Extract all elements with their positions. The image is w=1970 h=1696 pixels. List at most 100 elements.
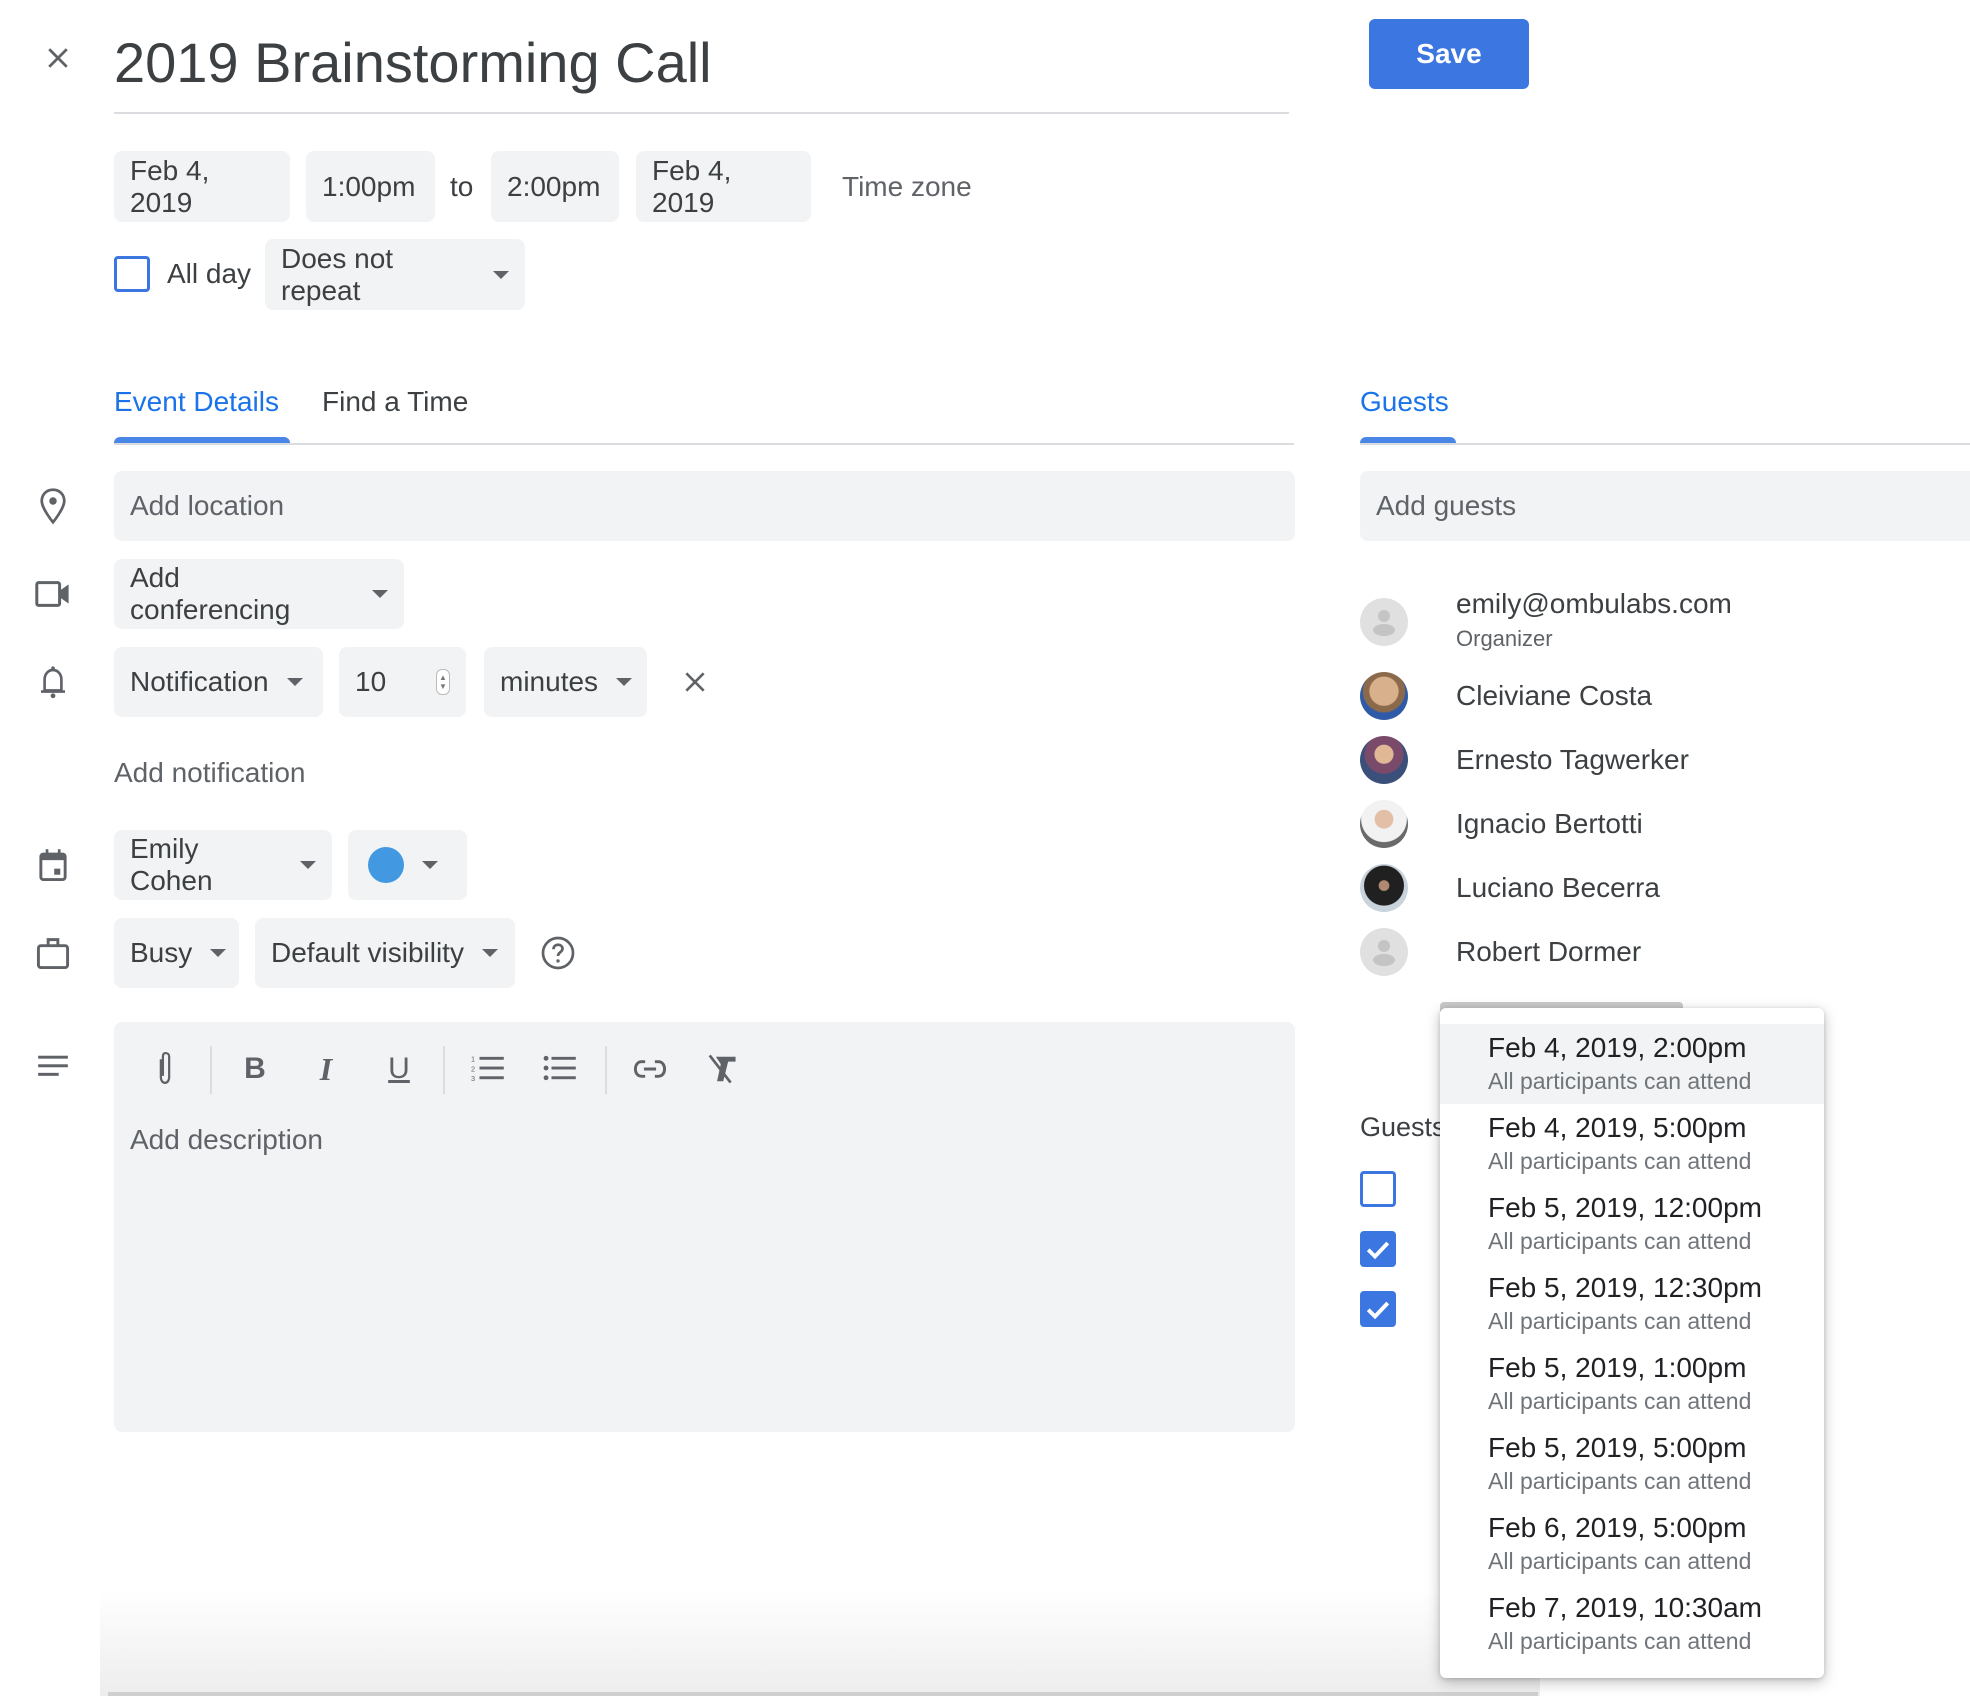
avatar (1360, 928, 1408, 976)
suggested-time: Feb 4, 2019, 5:00pm (1488, 1112, 1747, 1143)
guest-name: Luciano Becerra (1456, 872, 1660, 903)
save-button[interactable]: Save (1369, 19, 1529, 89)
to-label: to (450, 171, 474, 202)
guest-item[interactable]: Ernesto Tagwerker (1360, 736, 1689, 784)
chevron-down-icon (481, 949, 498, 957)
conferencing-label: Add conferencing (130, 562, 291, 625)
suggested-time-option[interactable]: Feb 7, 2019, 10:30am All participants can… (1440, 1584, 1824, 1664)
suggested-time: Feb 5, 2019, 1:00pm (1488, 1352, 1747, 1383)
guests-tab-indicator (1360, 437, 1456, 443)
event-title-input[interactable]: 2019 Brainstorming Call (114, 30, 712, 95)
guest-item[interactable]: Luciano Becerra (1360, 864, 1660, 912)
guest-name: Robert Dormer (1456, 936, 1642, 967)
guest-permission-checkbox[interactable] (1360, 1231, 1396, 1267)
chevron-down-icon (493, 270, 509, 279)
save-label: Save (1416, 38, 1482, 69)
tab-guests[interactable]: Guests (1360, 386, 1449, 418)
remove-notification-button[interactable] (675, 662, 715, 702)
guest-permission-checkbox[interactable] (1360, 1291, 1396, 1327)
availability-status: All participants can attend (1488, 1548, 1752, 1574)
timezone-button[interactable]: Time zone (842, 171, 972, 203)
description-icon (33, 1046, 73, 1086)
location-input[interactable]: Add location (114, 471, 1295, 541)
start-date-chip[interactable]: Feb 4, 2019 (114, 151, 290, 222)
italic-button[interactable]: I (303, 1046, 349, 1092)
remove-formatting-button[interactable] (699, 1046, 745, 1092)
tabs-divider (114, 443, 1294, 445)
underline-button[interactable]: U (376, 1046, 422, 1092)
bulleted-list-icon (543, 1055, 576, 1081)
notification-unit-dropdown[interactable]: minutes (484, 647, 647, 717)
link-button[interactable] (627, 1046, 673, 1092)
toolbar-divider (210, 1046, 212, 1094)
guest-name: emily@ombulabs.com (1456, 588, 1732, 619)
end-date-chip[interactable]: Feb 4, 2019 (636, 151, 811, 222)
visibility-dropdown[interactable]: Default visibility (255, 918, 515, 988)
availability-dropdown[interactable]: Busy (114, 918, 239, 988)
bottom-shadow (100, 1590, 1540, 1696)
guests-tabs-divider (1360, 443, 1970, 445)
add-notification-button[interactable]: Add notification (114, 757, 305, 789)
calendar-dropdown[interactable]: Emily Cohen (114, 830, 332, 900)
tab-find-a-time[interactable]: Find a Time (322, 386, 468, 418)
guest-item[interactable]: emily@ombulabs.com Organizer (1360, 588, 1732, 651)
guest-item[interactable]: Robert Dormer (1360, 928, 1641, 976)
bold-button[interactable]: B (232, 1046, 278, 1092)
remove-formatting-icon (708, 1054, 736, 1084)
availability-status: All participants can attend (1488, 1468, 1752, 1494)
suggested-time-option[interactable]: Feb 5, 2019, 12:00pm All participants can… (1440, 1184, 1824, 1264)
avatar (1360, 598, 1408, 646)
chevron-down-icon (616, 678, 633, 686)
end-time-chip[interactable]: 2:00pm (491, 151, 619, 222)
suggested-time-option[interactable]: Feb 5, 2019, 12:30pm All participants can… (1440, 1264, 1824, 1344)
repeat-dropdown[interactable]: Does not repeat (265, 239, 525, 310)
suggested-time-option[interactable]: Feb 6, 2019, 5:00pm All participants can … (1440, 1504, 1824, 1584)
avatar (1360, 864, 1408, 912)
tab-event-details[interactable]: Event Details (114, 386, 279, 418)
guest-name: Ignacio Bertotti (1456, 808, 1643, 839)
calendar-icon (33, 845, 73, 885)
visibility-value: Default visibility (271, 937, 464, 968)
briefcase-icon (33, 933, 73, 973)
notification-amount: 10 (355, 666, 387, 697)
conferencing-dropdown[interactable]: Add conferencing (114, 559, 404, 629)
description-placeholder: Add description (130, 1124, 324, 1155)
availability-status: All participants can attend (1488, 1228, 1752, 1254)
start-date: Feb 4, 2019 (130, 154, 210, 218)
attach-button[interactable] (142, 1046, 188, 1092)
notification-type-dropdown[interactable]: Notification (114, 647, 323, 717)
suggested-time-option[interactable]: Feb 5, 2019, 5:00pm All participants can … (1440, 1424, 1824, 1504)
suggested-time-option[interactable]: Feb 4, 2019, 2:00pm All participants can … (1440, 1024, 1824, 1104)
default-avatar-icon (1373, 610, 1395, 636)
all-day-checkbox[interactable] (114, 256, 150, 292)
calendar-owner: Emily Cohen (130, 833, 213, 896)
suggested-time: Feb 5, 2019, 12:00pm (1488, 1192, 1762, 1223)
availability-value: Busy (130, 937, 193, 968)
close-icon (48, 48, 68, 68)
guest-permission-checkbox[interactable] (1360, 1171, 1396, 1207)
suggested-time-option[interactable]: Feb 4, 2019, 5:00pm All participants can … (1440, 1104, 1824, 1184)
checkmark-icon (1366, 1241, 1390, 1260)
guest-name: Ernesto Tagwerker (1456, 744, 1689, 775)
avatar (1360, 736, 1408, 784)
availability-status: All participants can attend (1488, 1068, 1752, 1094)
bulleted-list-button[interactable] (537, 1046, 583, 1092)
default-avatar-icon (1373, 940, 1395, 966)
add-guests-input[interactable]: Add guests (1360, 471, 1970, 541)
event-color-dropdown[interactable] (348, 830, 467, 900)
close-button[interactable] (38, 38, 78, 78)
bottom-edge (108, 1692, 1538, 1696)
all-day-label: All day (167, 258, 252, 289)
suggested-time: Feb 6, 2019, 5:00pm (1488, 1512, 1747, 1543)
guest-item[interactable]: Ignacio Bertotti (1360, 800, 1643, 848)
suggested-times-menu: Feb 4, 2019, 2:00pm All participants can … (1440, 1008, 1824, 1678)
avatar (1360, 672, 1408, 720)
help-button[interactable] (538, 933, 578, 973)
start-time-chip[interactable]: 1:00pm (306, 151, 435, 222)
stepper-icon[interactable]: ▲ ▼ (436, 669, 450, 695)
notification-amount-input[interactable]: 10 ▲ ▼ (339, 647, 466, 717)
numbered-list-button[interactable]: 123 (465, 1046, 511, 1092)
suggested-time-option[interactable]: Feb 5, 2019, 1:00pm All participants can … (1440, 1344, 1824, 1424)
guest-item[interactable]: Cleiviane Costa (1360, 672, 1652, 720)
availability-status: All participants can attend (1488, 1308, 1752, 1334)
